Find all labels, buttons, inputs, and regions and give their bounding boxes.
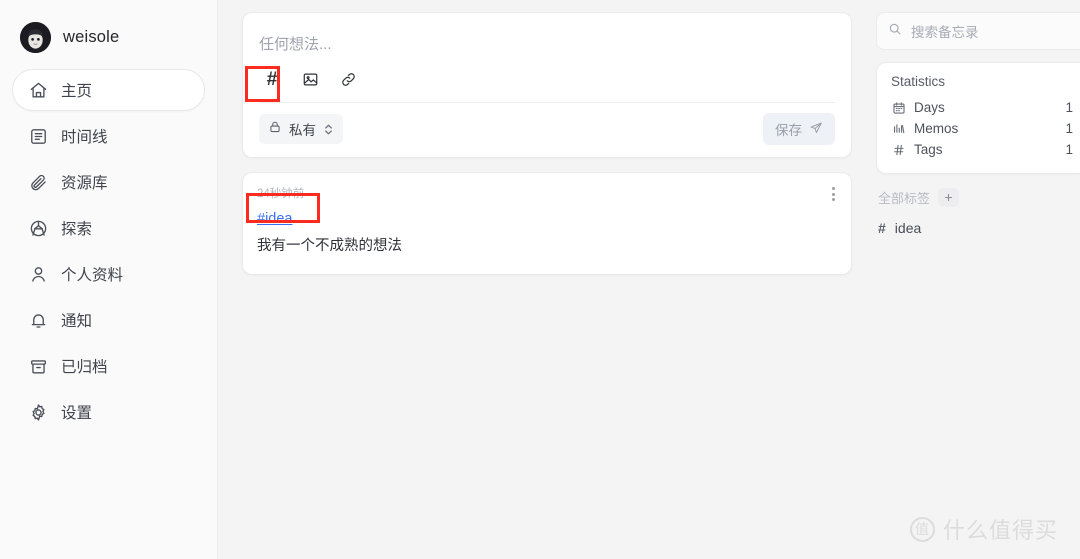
stat-label: Memos: [914, 121, 959, 136]
sidebar-item-home[interactable]: 主页: [12, 69, 205, 111]
stat-value: 1: [1065, 121, 1073, 136]
save-button-label: 保存: [775, 123, 802, 138]
home-icon: [28, 80, 48, 100]
hash-tag-icon[interactable]: #: [259, 66, 285, 92]
stat-row-memos[interactable]: Memos 1: [891, 118, 1073, 139]
search-placeholder: 搜索备忘录: [911, 25, 979, 40]
statistics-title: Statistics: [891, 74, 946, 89]
watermark-text: 什么值得买: [942, 518, 1058, 543]
right-sidebar: 搜索备忘录 Statistics Days 1 Memos 1 Tags 1 全…: [876, 0, 1080, 559]
tags-header-label: 全部标签: [878, 191, 931, 206]
sidebar-item-timeline[interactable]: 时间线: [12, 115, 205, 157]
archive-icon: [28, 356, 48, 376]
editor-divider: [259, 102, 835, 103]
hash-icon: #: [878, 220, 886, 236]
bell-icon: [28, 310, 48, 330]
visibility-selector[interactable]: 私有: [259, 114, 343, 144]
link-icon[interactable]: [335, 66, 361, 92]
send-plane-icon: [809, 121, 823, 138]
watermark: 值 什么值得买: [909, 513, 1058, 545]
sidebar-item-settings[interactable]: 设置: [12, 391, 205, 433]
hash-glyph: #: [266, 68, 278, 90]
lock-icon: [268, 120, 282, 139]
image-icon[interactable]: [297, 66, 323, 92]
chevron-updown-icon: [323, 122, 334, 137]
more-vertical-icon[interactable]: [830, 185, 837, 203]
stat-row-tags[interactable]: Tags 1: [891, 139, 1073, 160]
statistics-panel: Statistics Days 1 Memos 1 Tags 1: [876, 62, 1080, 174]
main-content: 任何想法... # 私有 保存 24秒钟前 #idea 我有一个不成熟的想法: [218, 0, 876, 559]
search-input[interactable]: 搜索备忘录: [876, 12, 1080, 50]
plus-icon[interactable]: [938, 188, 960, 207]
dot: [832, 192, 835, 196]
user-name: weisole: [63, 28, 120, 46]
stat-label: Days: [914, 100, 945, 115]
watermark-badge: 值: [909, 516, 935, 542]
sidebar-item-archived[interactable]: 已归档: [12, 345, 205, 387]
hash-icon: [891, 142, 906, 157]
avatar[interactable]: [20, 22, 51, 53]
sidebar-item-notifications[interactable]: 通知: [12, 299, 205, 341]
sidebar-item-explore[interactable]: 探索: [12, 207, 205, 249]
stat-label: Tags: [914, 142, 943, 157]
stat-row-days[interactable]: Days 1: [891, 97, 1073, 118]
memo-card[interactable]: 24秒钟前 #idea 我有一个不成熟的想法: [242, 172, 852, 276]
sidebar-item-label: 个人资料: [61, 267, 124, 284]
timeline-icon: [28, 126, 48, 146]
tags-header: 全部标签: [876, 188, 1080, 215]
gear-icon: [28, 402, 48, 422]
visibility-label: 私有: [289, 123, 316, 138]
memo-body: 我有一个不成熟的想法: [257, 238, 402, 254]
user-avatar-image: [20, 22, 51, 53]
sidebar-item-label: 探索: [61, 221, 93, 238]
memo-editor: 任何想法... # 私有 保存: [242, 12, 852, 158]
paperclip-icon: [28, 172, 48, 192]
editor-footer: 私有 保存: [257, 113, 837, 147]
dot: [832, 198, 835, 201]
user-profile-row[interactable]: weisole: [12, 18, 205, 53]
save-button[interactable]: 保存: [763, 113, 835, 145]
app-root: weisole 主页 时间线 资源库 探索 个人资料 通知 已归档 设置 任何想…: [0, 0, 1080, 559]
memo-timestamp: 24秒钟前: [257, 188, 305, 200]
globe-icon: [28, 218, 48, 238]
sidebar-item-label: 时间线: [61, 129, 108, 146]
stat-value: 1: [1065, 100, 1073, 115]
sidebar-item-label: 通知: [61, 313, 93, 330]
bar-chart-icon: [891, 121, 906, 136]
sidebar-item-label: 设置: [61, 405, 93, 422]
dot: [832, 187, 835, 190]
tag-label: idea: [894, 220, 922, 236]
sidebar-item-profile[interactable]: 个人资料: [12, 253, 205, 295]
search-icon: [888, 22, 902, 41]
sidebar-item-label: 主页: [61, 83, 93, 100]
memo-editor-input[interactable]: 任何想法...: [257, 27, 837, 64]
left-sidebar: weisole 主页 时间线 资源库 探索 个人资料 通知 已归档 设置: [0, 0, 218, 559]
memo-tag-link[interactable]: #idea: [257, 211, 292, 227]
editor-toolbar: #: [257, 64, 837, 102]
calendar-icon: [891, 100, 906, 115]
sidebar-nav: 主页 时间线 资源库 探索 个人资料 通知 已归档 设置: [12, 69, 205, 433]
stat-value: 1: [1065, 142, 1073, 157]
sidebar-item-resources[interactable]: 资源库: [12, 161, 205, 203]
tag-item-idea[interactable]: # idea: [876, 215, 1080, 241]
sidebar-item-label: 资源库: [61, 175, 108, 192]
sidebar-item-label: 已归档: [61, 359, 108, 376]
person-icon: [28, 264, 48, 284]
